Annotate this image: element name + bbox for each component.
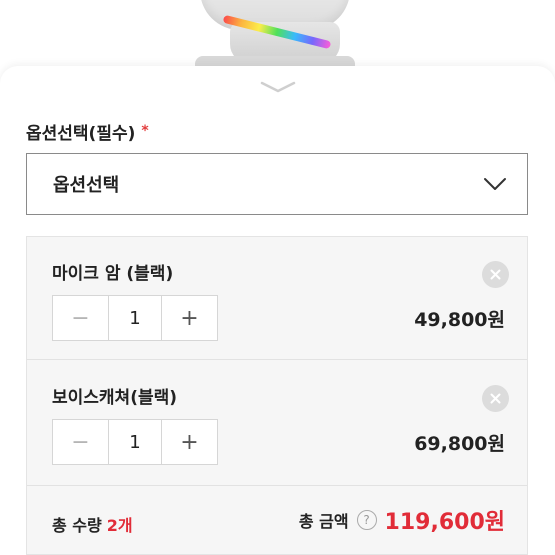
chevron-down-icon	[483, 177, 507, 191]
help-icon[interactable]: ?	[356, 510, 377, 530]
close-icon	[490, 393, 501, 404]
decrease-quantity-button[interactable]: −	[53, 296, 108, 340]
total-amount-value: 119,600원	[384, 510, 505, 535]
item-price: 49,800원	[414, 309, 505, 331]
plus-icon: +	[180, 305, 199, 331]
total-quantity-label: 총 수량	[52, 516, 102, 535]
quantity-stepper: − 1 +	[52, 295, 218, 341]
close-icon	[490, 269, 501, 280]
decrease-quantity-button[interactable]: −	[53, 420, 108, 464]
item-name: 마이크 암 (블랙)	[52, 264, 174, 284]
item-name: 보이스캐쳐(블랙)	[52, 388, 178, 408]
option-label-text: 옵션선택(필수)	[26, 124, 136, 144]
cart-item: 보이스캐쳐(블랙) − 1 + 69,800원	[27, 361, 527, 483]
order-summary: 총 수량 2개 총 금액 ? 119,600원	[27, 485, 527, 555]
item-price: 69,800원	[414, 433, 505, 455]
total-amount: 총 금액 ? 119,600원	[299, 504, 505, 536]
total-amount-label: 총 금액	[298, 512, 349, 531]
quantity-stepper: − 1 +	[52, 419, 218, 465]
minus-icon: −	[71, 429, 90, 455]
total-quantity: 총 수량 2개	[52, 512, 133, 536]
selected-options-list: 마이크 암 (블랙) − 1 + 49,800원 보이스캐쳐(블랙) − 1 +…	[26, 236, 528, 555]
product-image	[0, 0, 555, 72]
total-quantity-count: 2개	[106, 516, 133, 535]
remove-item-button[interactable]	[482, 385, 509, 412]
option-select-dropdown[interactable]: 옵션선택	[26, 153, 528, 215]
plus-icon: +	[180, 429, 199, 455]
increase-quantity-button[interactable]: +	[162, 296, 217, 340]
required-mark: *	[141, 122, 149, 139]
quantity-value[interactable]: 1	[108, 420, 162, 464]
option-select-value: 옵션선택	[53, 175, 120, 196]
chevron-down-icon	[260, 81, 296, 93]
minus-icon: −	[71, 305, 90, 331]
divider	[27, 359, 527, 360]
cart-item: 마이크 암 (블랙) − 1 + 49,800원	[27, 237, 527, 360]
option-bottom-sheet: 옵션선택(필수) * 옵션선택 마이크 암 (블랙) − 1 + 49,800원…	[0, 66, 555, 555]
option-section-title: 옵션선택(필수) *	[26, 119, 149, 145]
sheet-collapse-handle[interactable]	[258, 80, 298, 94]
remove-item-button[interactable]	[482, 261, 509, 288]
increase-quantity-button[interactable]: +	[162, 420, 217, 464]
quantity-value[interactable]: 1	[108, 296, 162, 340]
